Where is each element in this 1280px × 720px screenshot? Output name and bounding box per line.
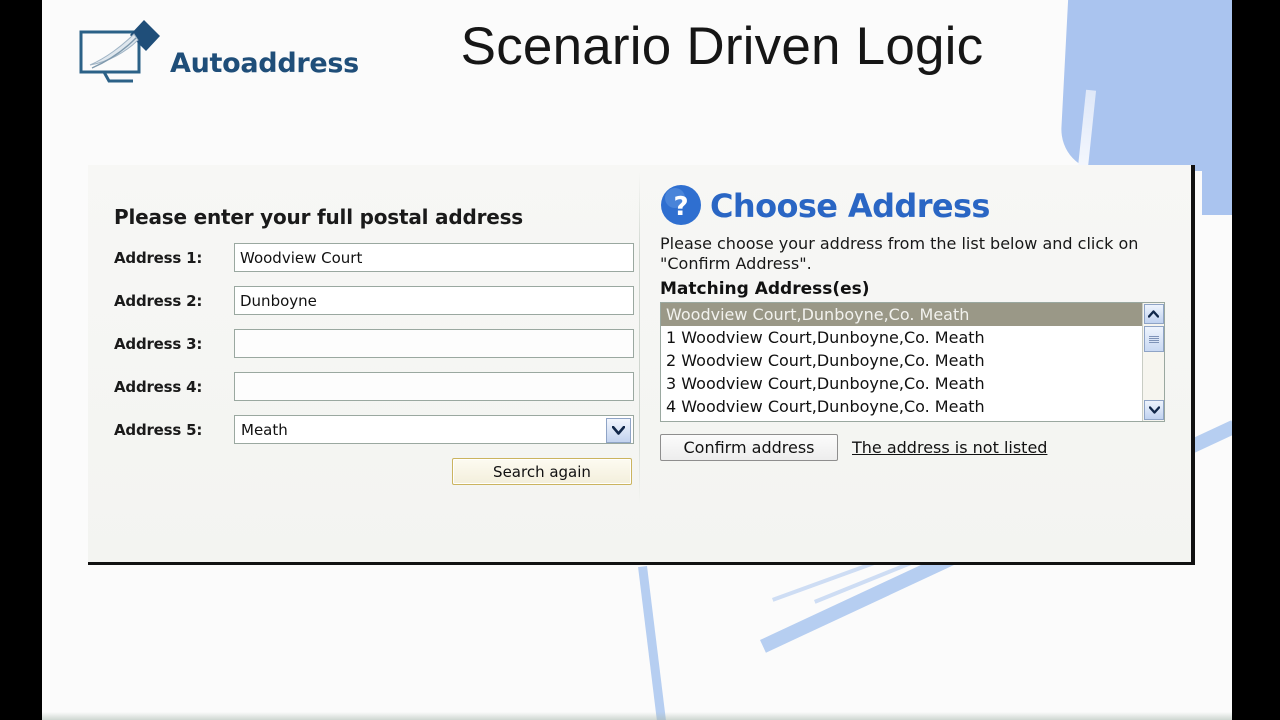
form-actions: Search again bbox=[114, 458, 634, 485]
choose-address-actions: Confirm address The address is not liste… bbox=[660, 434, 1176, 462]
form-row-address-1: Address 1: bbox=[114, 243, 634, 272]
listbox-scrollbar[interactable] bbox=[1142, 303, 1164, 422]
choose-address-header: ? Choose Address bbox=[656, 180, 1176, 232]
chevron-up-icon[interactable] bbox=[1143, 304, 1164, 325]
form-row-address-2: Address 2: bbox=[114, 286, 634, 315]
form-row-address-3: Address 3: bbox=[114, 329, 634, 358]
address-3-input[interactable] bbox=[234, 329, 634, 358]
address-1-input[interactable] bbox=[234, 243, 634, 272]
address-entry-form: Please enter your full postal address Ad… bbox=[114, 205, 634, 485]
label-address-1: Address 1: bbox=[114, 248, 203, 267]
panel-divider bbox=[639, 173, 640, 503]
decorative-blue-shape-tail bbox=[1202, 140, 1232, 215]
decorative-diagonal-line bbox=[638, 566, 667, 720]
choose-address-description: Please choose your address from the list… bbox=[660, 234, 1139, 273]
matching-addresses-label: Matching Address(es) bbox=[660, 279, 870, 300]
list-item[interactable]: 3 Woodview Court,Dunboyne,Co. Meath bbox=[661, 372, 1142, 395]
decorative-bottom-fade bbox=[42, 712, 1232, 720]
confirm-address-button[interactable]: Confirm address bbox=[660, 434, 838, 462]
choose-address-section: ? Choose Address Please choose your addr… bbox=[656, 180, 1176, 462]
form-heading: Please enter your full postal address bbox=[114, 205, 524, 229]
slide-canvas: Autoaddress Scenario Driven Logic Please… bbox=[42, 0, 1232, 720]
scrollbar-thumb[interactable] bbox=[1144, 326, 1164, 353]
address-2-input[interactable] bbox=[234, 286, 634, 315]
label-address-5: Address 5: bbox=[114, 420, 203, 439]
question-mark-circle-icon: ? bbox=[656, 183, 706, 230]
label-address-4: Address 4: bbox=[114, 377, 203, 396]
address-4-input[interactable] bbox=[234, 372, 634, 401]
matching-addresses-listbox[interactable]: Woodview Court,Dunboyne,Co. Meath 1 Wood… bbox=[660, 302, 1165, 423]
page-header: Autoaddress Scenario Driven Logic bbox=[42, 0, 1232, 118]
brand-name: Autoaddress bbox=[170, 48, 359, 79]
scroll-thumb-grip bbox=[1149, 335, 1159, 344]
form-row-address-5: Address 5: Meath bbox=[114, 415, 634, 444]
listbox-viewport: Woodview Court,Dunboyne,Co. Meath 1 Wood… bbox=[661, 303, 1142, 421]
monitor-with-page-icon bbox=[78, 18, 162, 84]
address-not-listed-link[interactable]: The address is not listed bbox=[852, 438, 1047, 457]
label-address-2: Address 2: bbox=[114, 291, 203, 310]
chevron-down-icon[interactable] bbox=[606, 418, 631, 443]
address-5-selected-value: Meath bbox=[241, 420, 288, 439]
list-item[interactable]: Woodview Court,Dunboyne,Co. Meath bbox=[661, 303, 1142, 327]
page-title: Scenario Driven Logic bbox=[460, 17, 984, 76]
svg-text:?: ? bbox=[673, 192, 688, 222]
list-item[interactable]: 2 Woodview Court,Dunboyne,Co. Meath bbox=[661, 349, 1142, 372]
address-5-select[interactable]: Meath bbox=[234, 415, 634, 444]
screenshot-stage: Autoaddress Scenario Driven Logic Please… bbox=[0, 0, 1280, 720]
list-item[interactable]: 4 Woodview Court,Dunboyne,Co. Meath bbox=[661, 395, 1142, 418]
chevron-down-icon[interactable] bbox=[1144, 400, 1164, 421]
brand-logo: Autoaddress bbox=[78, 14, 368, 94]
search-again-button[interactable]: Search again bbox=[452, 458, 632, 485]
list-item[interactable]: 1 Woodview Court,Dunboyne,Co. Meath bbox=[661, 326, 1142, 349]
form-row-address-4: Address 4: bbox=[114, 372, 634, 401]
address-lookup-panel: Please enter your full postal address Ad… bbox=[88, 165, 1195, 565]
label-address-3: Address 3: bbox=[114, 334, 203, 353]
choose-address-title: Choose Address bbox=[710, 187, 990, 225]
